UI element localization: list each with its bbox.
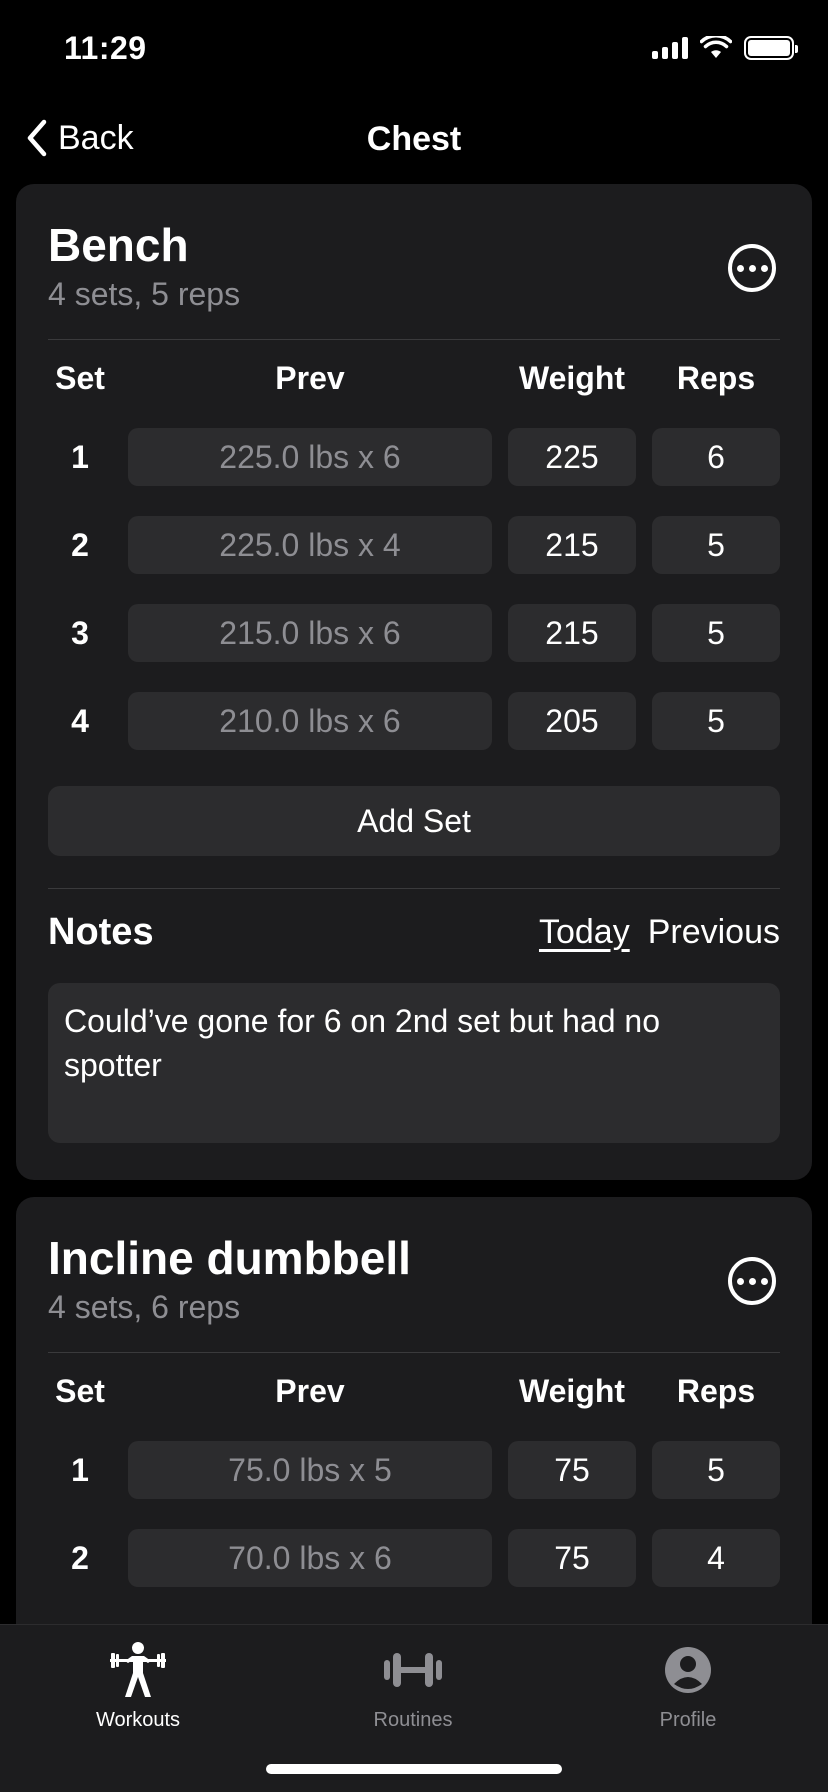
- cellular-signal-icon: [652, 37, 688, 59]
- reps-input[interactable]: 4: [652, 1529, 780, 1587]
- status-bar: 11:29: [0, 0, 828, 100]
- set-row: 1 225.0 lbs x 6 225 6: [48, 428, 780, 516]
- previous-set-value: 75.0 lbs x 5: [128, 1441, 492, 1499]
- tab-label: Workouts: [95, 1709, 181, 1731]
- previous-set-value: 225.0 lbs x 4: [128, 516, 492, 574]
- exercise-card: Incline dumbbell 4 sets, 6 reps Set Prev…: [16, 1197, 812, 1624]
- person-circle-icon: [588, 1639, 788, 1701]
- navigation-bar: Back Chest: [0, 100, 828, 180]
- column-header-prev: Prev: [275, 360, 345, 396]
- weight-input[interactable]: 225: [508, 428, 636, 486]
- exercise-summary: 4 sets, 5 reps: [48, 276, 241, 312]
- column-header-reps: Reps: [676, 1373, 756, 1409]
- set-row: 2 225.0 lbs x 4 215 5: [48, 516, 780, 604]
- reps-input[interactable]: 5: [652, 516, 780, 574]
- set-row: 2 70.0 lbs x 6 75 4: [48, 1529, 780, 1617]
- previous-set-value: 225.0 lbs x 6: [128, 428, 492, 486]
- set-row: 4 210.0 lbs x 6 205 5: [48, 692, 780, 780]
- reps-input[interactable]: 6: [652, 428, 780, 486]
- reps-input[interactable]: 5: [652, 604, 780, 662]
- exercise-header: Incline dumbbell 4 sets, 6 reps: [48, 1197, 780, 1353]
- weight-input[interactable]: 75: [508, 1529, 636, 1587]
- tab-routines[interactable]: Routines: [313, 1639, 513, 1732]
- column-header-reps: Reps: [676, 360, 756, 396]
- notes-header: Notes Today Previous: [48, 889, 780, 983]
- weight-input[interactable]: 215: [508, 604, 636, 662]
- exercise-summary: 4 sets, 6 reps: [48, 1289, 241, 1325]
- tab-label: Routines: [373, 1709, 453, 1731]
- set-number: 1: [71, 1452, 89, 1488]
- set-number: 2: [71, 1540, 89, 1576]
- battery-icon: [744, 36, 798, 60]
- weightlifter-icon: [38, 1639, 238, 1701]
- column-header-weight: Weight: [518, 360, 626, 396]
- set-number: 3: [71, 615, 89, 651]
- previous-set-value: 210.0 lbs x 6: [128, 692, 492, 750]
- home-indicator[interactable]: [266, 1764, 562, 1774]
- set-column-headers: Set Prev Weight Reps: [48, 340, 780, 428]
- notes-tabs: Today Previous: [539, 913, 780, 952]
- set-number: 4: [71, 703, 89, 739]
- more-options-button[interactable]: [728, 244, 776, 292]
- wifi-icon: [700, 36, 732, 58]
- previous-set-value: 215.0 lbs x 6: [128, 604, 492, 662]
- previous-set-value: 70.0 lbs x 6: [128, 1529, 492, 1587]
- column-header-set: Set: [55, 1373, 105, 1409]
- column-header-weight: Weight: [518, 1373, 626, 1409]
- notes-title: Notes: [48, 911, 154, 953]
- reps-input[interactable]: 5: [652, 692, 780, 750]
- reps-input[interactable]: 5: [652, 1441, 780, 1499]
- column-header-prev: Prev: [275, 1373, 345, 1409]
- workout-screen: 11:29 Back Chest Bench 4 sets, 5 reps Se…: [0, 0, 828, 1792]
- tab-label: Profile: [659, 1709, 717, 1731]
- column-header-set: Set: [55, 360, 105, 396]
- page-title: Chest: [366, 120, 462, 158]
- exercise-list[interactable]: Bench 4 sets, 5 reps Set Prev Weight Rep…: [0, 184, 828, 1624]
- exercise-header: Bench 4 sets, 5 reps: [48, 184, 780, 340]
- set-row: 1 75.0 lbs x 5 75 5: [48, 1441, 780, 1529]
- weight-input[interactable]: 75: [508, 1441, 636, 1499]
- exercise-card: Bench 4 sets, 5 reps Set Prev Weight Rep…: [16, 184, 812, 1180]
- dumbbell-icon: [313, 1639, 513, 1701]
- set-number: 1: [71, 439, 89, 475]
- exercise-title: Bench: [48, 219, 189, 271]
- tab-profile[interactable]: Profile: [588, 1639, 788, 1732]
- weight-input[interactable]: 205: [508, 692, 636, 750]
- more-options-button[interactable]: [728, 1257, 776, 1305]
- notes-textarea[interactable]: Could’ve gone for 6 on 2nd set but had n…: [48, 983, 780, 1143]
- set-number: 2: [71, 527, 89, 563]
- add-set-button[interactable]: Add Set: [48, 786, 780, 856]
- notes-tab-today[interactable]: Today: [539, 913, 630, 952]
- set-row: 3 215.0 lbs x 6 215 5: [48, 604, 780, 692]
- status-icons: [652, 36, 798, 60]
- set-column-headers: Set Prev Weight Reps: [48, 1353, 780, 1441]
- weight-input[interactable]: 215: [508, 516, 636, 574]
- status-time: 11:29: [64, 30, 147, 66]
- notes-tab-previous[interactable]: Previous: [648, 913, 780, 952]
- tab-workouts[interactable]: Workouts: [38, 1639, 238, 1732]
- exercise-title: Incline dumbbell: [48, 1232, 411, 1284]
